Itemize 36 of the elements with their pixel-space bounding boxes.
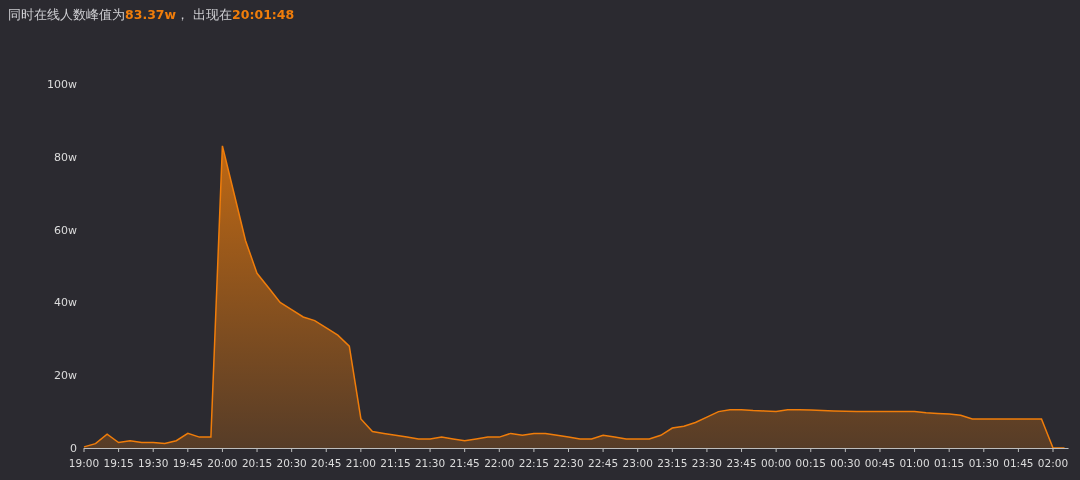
x-axis-label: 19:30 — [138, 457, 169, 469]
x-axis-label: 19:15 — [103, 457, 134, 469]
x-axis-label: 21:00 — [345, 457, 376, 469]
x-axis-label: 22:30 — [553, 457, 584, 469]
x-axis-label: 00:00 — [761, 457, 792, 469]
x-axis-label: 20:45 — [311, 457, 342, 469]
x-axis-label: 00:30 — [830, 457, 861, 469]
peak-summary: 同时在线人数峰值为83.37w， 出现在20:01:48 — [8, 6, 295, 24]
x-axis-label: 20:00 — [207, 457, 238, 469]
x-axis-label: 23:30 — [691, 457, 723, 469]
x-axis-label: 23:15 — [657, 457, 688, 469]
x-axis-label: 19:45 — [172, 457, 203, 469]
x-axis-label: 01:15 — [934, 457, 965, 469]
x-axis-label: 00:45 — [864, 457, 896, 469]
y-axis-label: 80w — [54, 150, 77, 164]
x-axis-label: 01:30 — [968, 457, 999, 469]
x-axis-label: 21:30 — [414, 457, 446, 469]
x-axis-label: 21:45 — [449, 457, 480, 469]
y-axis-label: 60w — [54, 223, 77, 237]
y-axis-label: 40w — [54, 296, 77, 310]
x-axis-label: 02:00 — [1037, 457, 1069, 469]
x-axis-label: 19:00 — [68, 457, 100, 469]
x-axis-label: 22:00 — [484, 457, 515, 469]
x-axis-label: 21:15 — [380, 457, 411, 469]
x-axis-label: 01:00 — [899, 457, 930, 469]
y-axis-label: 100w — [47, 78, 77, 91]
x-axis-label: 23:00 — [622, 457, 653, 469]
y-axis-label: 0 — [70, 442, 77, 455]
y-axis-label: 20w — [54, 369, 77, 383]
x-axis-label: 22:45 — [587, 457, 619, 469]
x-axis-label: 20:15 — [241, 457, 273, 469]
x-axis-label: 00:15 — [795, 457, 826, 469]
x-axis-label: 22:15 — [518, 457, 550, 469]
x-axis-label: 01:45 — [1003, 457, 1034, 469]
x-axis-label: 20:30 — [276, 457, 307, 469]
x-axis-label: 23:45 — [726, 457, 757, 469]
